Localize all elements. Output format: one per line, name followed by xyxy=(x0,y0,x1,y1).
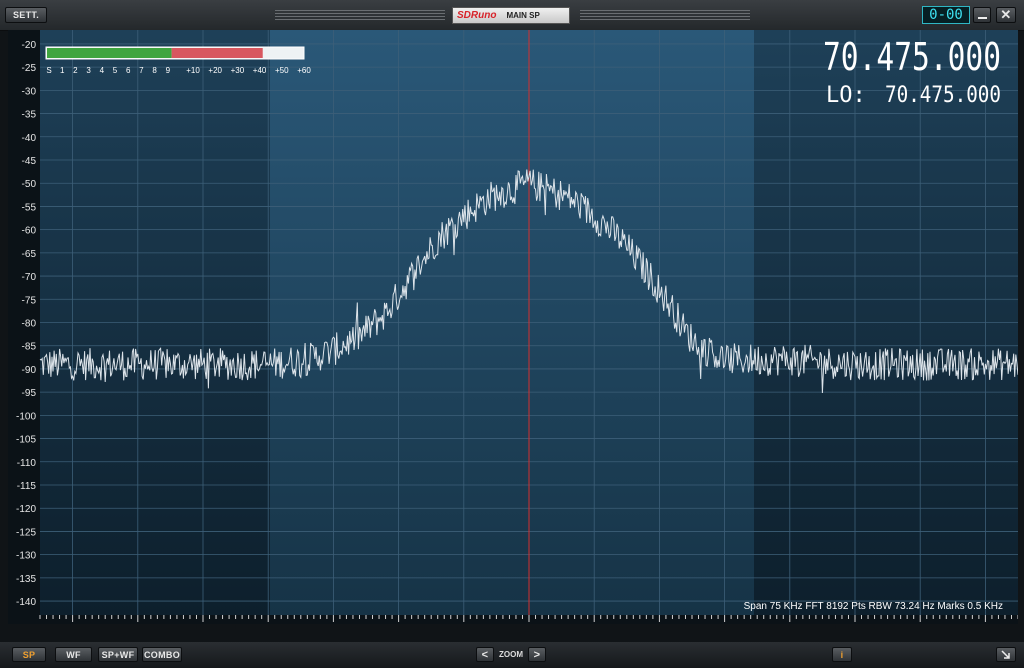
y-tick-label: -25 xyxy=(22,63,37,74)
zoom-in-button[interactable]: > xyxy=(528,647,546,662)
y-tick-label: -130 xyxy=(16,551,36,562)
frequency-readout[interactable]: 70.475.000 xyxy=(823,35,1001,79)
s-meter-label: 5 xyxy=(113,66,118,75)
s-meter-label: 9 xyxy=(166,66,171,75)
y-tick-label: -30 xyxy=(22,86,37,97)
s-meter-red-fill xyxy=(171,48,263,58)
drag-grip-left[interactable] xyxy=(275,10,445,20)
y-tick-label: -75 xyxy=(22,295,37,306)
s-meter-green-fill xyxy=(47,48,172,58)
panel-name: MAIN SP xyxy=(506,11,540,20)
y-tick-label: -40 xyxy=(22,133,37,144)
s-meter-label: +40 xyxy=(253,66,267,75)
y-tick-label: -120 xyxy=(16,504,36,515)
drag-grip-right[interactable] xyxy=(580,10,750,20)
y-tick-label: -45 xyxy=(22,156,37,167)
resize-icon[interactable] xyxy=(996,647,1016,662)
zoom-out-button[interactable]: < xyxy=(476,647,494,662)
y-tick-label: -80 xyxy=(22,319,37,330)
lo-frequency[interactable]: 70.475.000 xyxy=(885,83,1001,108)
s-meter-label: +20 xyxy=(208,66,222,75)
s-meter-label: 4 xyxy=(100,66,105,75)
y-tick-label: -60 xyxy=(22,226,37,237)
y-tick-label: -50 xyxy=(22,179,37,190)
minimize-icon[interactable] xyxy=(973,7,991,23)
s-meter-label: +10 xyxy=(186,66,200,75)
panel-title: SDRuno MAIN SP xyxy=(452,7,570,24)
s-meter-label: 2 xyxy=(73,66,78,75)
s-meter-label: 7 xyxy=(139,66,144,75)
info-button[interactable]: i xyxy=(832,647,852,662)
y-tick-label: -20 xyxy=(22,40,37,51)
s-meter-label: 6 xyxy=(126,66,131,75)
spectrum-info: Span 75 KHz FFT 8192 Pts RBW 73.24 Hz Ma… xyxy=(744,601,1003,612)
lo-label: LO: xyxy=(826,83,866,108)
y-tick-label: -70 xyxy=(22,272,37,283)
y-tick-label: -85 xyxy=(22,342,37,353)
y-tick-label: -35 xyxy=(22,110,37,121)
y-tick-label: -95 xyxy=(22,388,37,399)
y-tick-label: -105 xyxy=(16,435,36,446)
title-bar: SETT. SDRuno MAIN SP 0-00 ✕ xyxy=(0,0,1024,31)
wf-mode-button[interactable]: WF xyxy=(55,647,92,662)
sp-wf-mode-button[interactable]: SP+WF xyxy=(98,647,138,662)
sdruno-logo: SDRuno xyxy=(457,10,497,21)
y-tick-label: -125 xyxy=(16,527,36,538)
bottom-toolbar: SP WF SP+WF COMBO < ZOOM > i xyxy=(0,642,1024,668)
y-tick-label: -140 xyxy=(16,597,36,608)
sp-mode-button[interactable]: SP xyxy=(12,647,46,662)
spectrum-chart[interactable]: -20 -25 -30 -35 -40 -45 -50 -55 -60 -65 -70 -75 -80 -… xyxy=(8,30,1019,639)
settings-button[interactable]: SETT. xyxy=(5,7,47,23)
clock-display: 0-00 xyxy=(922,6,970,24)
s-meter-label: 1 xyxy=(60,66,65,75)
spectrum-panel[interactable]: -20 -25 -30 -35 -40 -45 -50 -55 -60 -65 -70 -75 -80 -… xyxy=(8,30,1019,639)
s-meter-label: S xyxy=(46,66,51,75)
s-meter-label: +50 xyxy=(275,66,289,75)
s-meter-label: 3 xyxy=(86,66,91,75)
close-icon[interactable]: ✕ xyxy=(996,7,1016,23)
s-meter-label: 8 xyxy=(152,66,157,75)
s-meter-label: +30 xyxy=(231,66,245,75)
y-tick-label: -90 xyxy=(22,365,37,376)
y-tick-label: -135 xyxy=(16,574,36,585)
y-tick-label: -55 xyxy=(22,202,37,213)
y-tick-label: -115 xyxy=(17,481,37,492)
zoom-label: ZOOM xyxy=(499,650,523,659)
y-tick-label: -110 xyxy=(17,458,37,469)
combo-mode-button[interactable]: COMBO xyxy=(142,647,182,662)
y-tick-label: -65 xyxy=(22,249,37,260)
s-meter-label: +60 xyxy=(297,66,311,75)
y-tick-label: -100 xyxy=(16,411,36,422)
